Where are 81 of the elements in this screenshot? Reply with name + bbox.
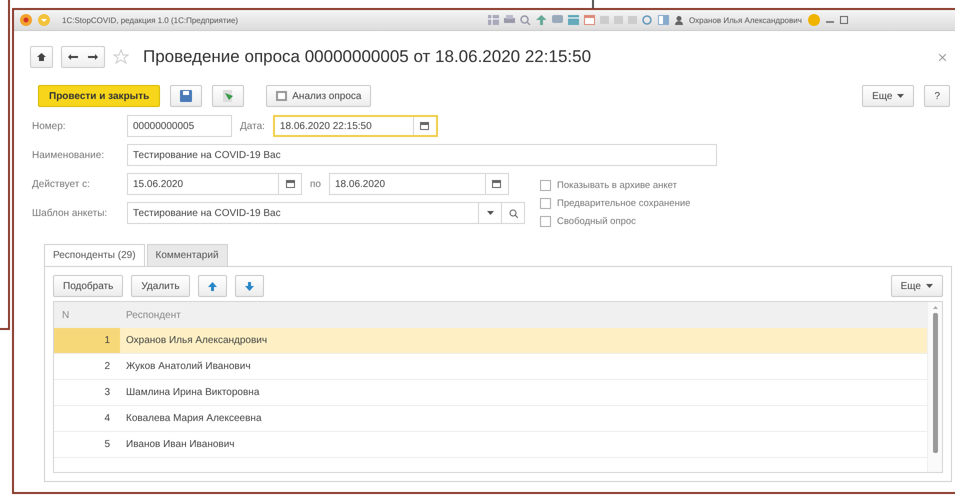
row-number: 1 xyxy=(54,328,120,353)
upload-icon[interactable] xyxy=(536,15,547,25)
checkbox[interactable] xyxy=(540,198,551,209)
table-cell-text: Шамлина Ирина Викторовна xyxy=(125,387,260,398)
help-button[interactable]: ? xyxy=(924,85,950,107)
field-label: по xyxy=(310,178,321,190)
app-title: 1С:StopCOVID, редакция 1.0 (1С:Предприятие) xyxy=(62,16,240,24)
caret-icon xyxy=(926,284,933,288)
start-date-field[interactable]: 15.06.2020 xyxy=(127,173,302,195)
calendar-icon xyxy=(286,180,294,188)
caret-icon xyxy=(897,94,904,98)
user-name[interactable]: Охранов Илья Александрович xyxy=(689,16,802,24)
table-icon[interactable] xyxy=(568,15,579,25)
checkbox-label: Предварительное сохранение xyxy=(557,198,690,209)
field-label: Дата: xyxy=(240,120,265,132)
row-number: 4 xyxy=(103,413,111,424)
home-button[interactable] xyxy=(30,46,53,68)
date-field[interactable]: 18.06.2020 22:15:50 xyxy=(272,115,438,137)
number-field[interactable]: 00000000005 xyxy=(127,115,232,137)
table-cell-text: Жуков Анатолий Иванович xyxy=(125,361,251,372)
more-button[interactable]: Еще xyxy=(890,275,943,297)
end-date-field[interactable]: 18.06.2020 xyxy=(328,173,509,195)
form-title: Проведение опроса 00000000005 от 18.06.2020 22:15:50 xyxy=(143,47,592,67)
table-row[interactable]: 4 Ковалева Мария Алексеевна xyxy=(54,406,927,432)
more-button[interactable]: Еще xyxy=(862,85,914,107)
app-logo-icon xyxy=(20,14,32,26)
checkbox-label: Показывать в архиве анкет xyxy=(557,180,677,191)
field-label: Шаблон анкеты: xyxy=(32,208,108,218)
field-label: Номер: xyxy=(32,120,67,132)
scrollbar[interactable] xyxy=(927,302,942,472)
row-number: 3 xyxy=(103,387,111,398)
field-label: Наименование: xyxy=(32,150,106,160)
calendar-icon xyxy=(492,180,502,188)
down-arrow-icon xyxy=(244,282,254,290)
person-icon xyxy=(675,16,683,24)
checkbox[interactable] xyxy=(540,180,551,191)
document-button[interactable] xyxy=(212,85,244,107)
field-label: Действует с: xyxy=(32,178,91,190)
table-cell-text: Охранов Илья Александрович xyxy=(125,335,268,346)
table-row[interactable]: 2 Жуков Анатолий Иванович xyxy=(54,354,927,380)
star-icon[interactable] xyxy=(113,49,129,65)
printer-icon[interactable] xyxy=(504,15,515,25)
table-row[interactable]: 1 Охранов Илья Александрович xyxy=(54,328,927,354)
maximize-icon[interactable] xyxy=(840,16,848,24)
window-icon[interactable] xyxy=(658,15,669,25)
zoom-icon[interactable] xyxy=(642,15,653,25)
home-icon xyxy=(37,53,46,61)
table-row[interactable]: 5 Иванов Иван Иванович xyxy=(54,432,927,458)
report-icon xyxy=(276,91,288,101)
table-cell-text: Иванов Иван Иванович xyxy=(125,439,235,450)
checkbox[interactable] xyxy=(540,216,551,227)
close-icon[interactable] xyxy=(939,54,946,60)
magnifier-icon[interactable] xyxy=(520,15,531,25)
caret-icon xyxy=(486,211,494,215)
row-number: 2 xyxy=(103,361,111,372)
move-down-button[interactable] xyxy=(234,275,264,297)
row-number: 5 xyxy=(103,439,111,450)
background-window-edge xyxy=(592,0,594,8)
move-up-button[interactable] xyxy=(198,275,227,297)
analysis-button[interactable]: Анализ опроса xyxy=(266,85,372,107)
pick-button[interactable]: Подобрать xyxy=(53,275,124,297)
calendar-icon xyxy=(420,122,430,130)
forward-arrow-icon[interactable] xyxy=(88,54,98,60)
tab[interactable]: Комментарий xyxy=(146,244,228,266)
save-button[interactable] xyxy=(170,85,202,107)
template-field[interactable]: Тестирование на COVID-19 Вас xyxy=(127,202,525,224)
post-and-close-button[interactable]: Провести и закрыть xyxy=(38,85,160,107)
delete-button[interactable]: Удалить xyxy=(131,275,190,297)
tab[interactable]: Респонденты (29) xyxy=(44,244,145,266)
calendar-page-icon[interactable] xyxy=(584,15,595,25)
document-icon xyxy=(222,90,234,102)
table-row[interactable]: 3 Шамлина Ирина Викторовна xyxy=(54,380,927,406)
scroll-up-icon xyxy=(932,306,938,309)
up-arrow-icon xyxy=(208,282,217,290)
table-cell-text: Ковалева Мария Алексеевна xyxy=(125,413,262,424)
name-field[interactable]: Тестирование на COVID-19 Вас xyxy=(127,144,717,166)
menu-circle-icon[interactable] xyxy=(38,14,50,26)
checkbox-label: Свободный опрос xyxy=(557,216,636,227)
grid-icon[interactable] xyxy=(488,15,499,25)
search-icon[interactable] xyxy=(508,208,518,218)
back-arrow-icon[interactable] xyxy=(68,54,78,60)
